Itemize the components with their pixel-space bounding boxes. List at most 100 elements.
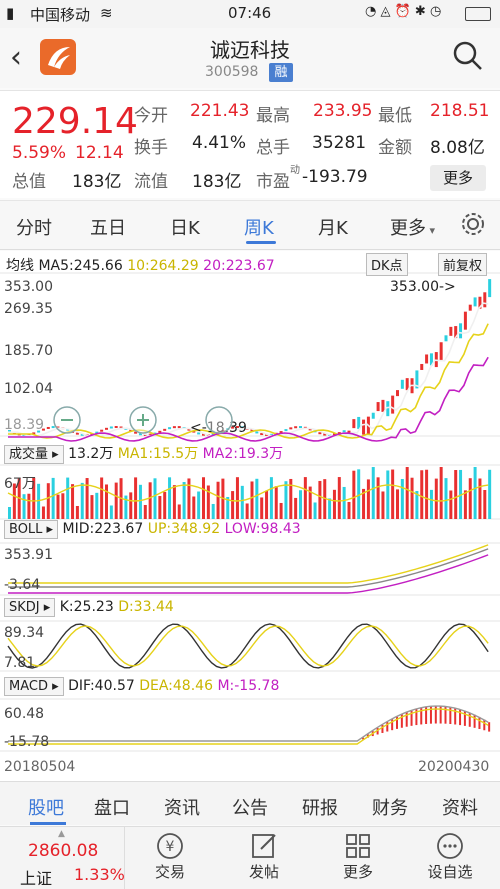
volume-bar xyxy=(342,486,346,519)
amount-value: 8.08亿 xyxy=(430,138,485,158)
post-button[interactable]: 发帖 xyxy=(234,831,294,882)
volume-bar xyxy=(328,498,332,519)
macd-bar xyxy=(478,716,481,729)
candle xyxy=(284,429,288,432)
volume-bar xyxy=(202,477,205,519)
tab-rik[interactable]: 日K xyxy=(170,214,200,240)
tab-profile[interactable]: 资料 xyxy=(442,794,478,820)
index-name: 上证 xyxy=(20,869,53,888)
volume-bar xyxy=(85,478,89,519)
y-tick: 353.00 xyxy=(4,279,53,295)
volume-label: 总手 xyxy=(256,138,290,158)
zoom-in-icon[interactable] xyxy=(128,405,158,439)
macd-dif: DIF:40.57 xyxy=(68,678,135,694)
boll-indicator-selector[interactable]: BOLL ▸ xyxy=(4,520,59,539)
tab-guba[interactable]: 股吧 xyxy=(28,794,64,820)
candle xyxy=(396,390,399,397)
vol-ma2: MA2:19.3万 xyxy=(202,446,284,462)
candle xyxy=(381,399,385,412)
tab-news[interactable]: 资讯 xyxy=(164,794,200,820)
volume-bar xyxy=(265,490,269,519)
kline-chart-area[interactable]: 均线 MA5:245.66 10:264.29 20:223.67 DK点 前复… xyxy=(0,251,500,781)
adjust-mode-button[interactable]: 前复权 xyxy=(438,253,488,276)
volume-bar xyxy=(197,491,201,519)
volume-bar xyxy=(483,490,487,519)
boll-up-line xyxy=(8,544,489,584)
volume-legend: 成交量 ▸ 13.2万 MA1:15.5万 MA2:19.3万 xyxy=(4,443,284,464)
candle xyxy=(468,304,472,311)
boll-mid-line xyxy=(8,548,489,588)
tab-zhouk[interactable]: 周K xyxy=(244,214,274,240)
volume-bar xyxy=(100,477,104,519)
volume-bar xyxy=(177,504,181,519)
caret-up-icon: ▲ xyxy=(58,829,65,839)
candle xyxy=(100,429,104,432)
volume-bar xyxy=(143,504,147,519)
volume-bar xyxy=(391,469,395,519)
candle xyxy=(400,379,404,389)
post-label: 发帖 xyxy=(248,863,279,881)
macd-indicator-selector[interactable]: MACD ▸ xyxy=(4,677,64,696)
volume-bar xyxy=(163,491,167,519)
tab-wuri[interactable]: 五日 xyxy=(90,214,126,240)
index-ticker[interactable]: ▲ 2860.08 上证 1.33% xyxy=(0,827,125,889)
volume-value: 35281 xyxy=(312,133,367,153)
candle xyxy=(439,342,443,361)
candle xyxy=(172,426,176,429)
x-end-date: 20200430 xyxy=(418,759,490,775)
macd-bar xyxy=(468,712,471,727)
volume-bar xyxy=(473,467,477,519)
volume-bar xyxy=(114,482,118,519)
volume-bar xyxy=(134,477,138,519)
signal-icon: ▮ xyxy=(6,4,15,22)
yen-icon: ¥ xyxy=(140,831,200,861)
volume-bar xyxy=(172,485,176,519)
y-tick: 60.48 xyxy=(4,706,45,722)
pe-sup: 动 xyxy=(290,165,300,176)
margin-badge: 融 xyxy=(269,63,293,82)
volume-bar xyxy=(56,494,60,519)
dk-point-button[interactable]: DK点 xyxy=(366,253,408,276)
tab-finance[interactable]: 财务 xyxy=(372,794,408,820)
volume-bar xyxy=(8,507,11,519)
add-watchlist-button[interactable]: 设自选 xyxy=(420,831,480,882)
tab-research[interactable]: 研报 xyxy=(302,794,338,820)
macd-bar xyxy=(473,714,476,728)
ma-legend-label: 均线 xyxy=(6,258,34,274)
volume-bar xyxy=(468,478,472,519)
status-bar: ▮ 中国移动 ≋ 07:46 ◔ ◬ ⏰ ✱ ◷ xyxy=(0,0,500,28)
volume-bar xyxy=(231,491,235,519)
more-quote-button[interactable]: 更多 xyxy=(430,165,486,191)
zoom-out-icon[interactable] xyxy=(52,405,82,439)
tab-yuek[interactable]: 月K xyxy=(318,214,348,240)
low-label: 最低 xyxy=(378,106,412,126)
scroll-left-icon[interactable] xyxy=(204,405,234,439)
more-button[interactable]: 更多 xyxy=(328,831,388,882)
high-value: 233.95 xyxy=(313,101,373,121)
more-label: 更多 xyxy=(342,863,373,881)
volume-bar xyxy=(396,489,399,519)
skdj-indicator-selector[interactable]: SKDJ ▸ xyxy=(4,598,56,617)
candle xyxy=(376,402,380,412)
volume-bar xyxy=(71,484,75,519)
trade-button[interactable]: ¥ 交易 xyxy=(140,831,200,882)
settings-gear-icon[interactable] xyxy=(460,211,486,241)
tab-more[interactable]: 更多 ▾ xyxy=(390,214,435,240)
macd-bar xyxy=(488,722,491,732)
volume-bar xyxy=(153,478,157,519)
volume-indicator-selector[interactable]: 成交量 ▸ xyxy=(4,445,64,464)
index-value: 2860.08 xyxy=(28,841,99,861)
volume-bar xyxy=(420,470,424,519)
tab-fenshi[interactable]: 分时 xyxy=(16,214,52,240)
y-tick: 102.04 xyxy=(4,381,53,397)
volume-bar xyxy=(235,477,239,519)
volume-bar xyxy=(429,489,433,519)
low-value: 218.51 xyxy=(430,101,490,121)
volume-bar xyxy=(352,470,356,519)
volume-bar xyxy=(27,493,31,519)
tab-pankou[interactable]: 盘口 xyxy=(94,794,130,820)
search-icon[interactable] xyxy=(452,40,484,76)
tab-notice[interactable]: 公告 xyxy=(232,794,268,820)
volume-bar xyxy=(260,497,264,519)
volume-bar xyxy=(400,479,404,519)
